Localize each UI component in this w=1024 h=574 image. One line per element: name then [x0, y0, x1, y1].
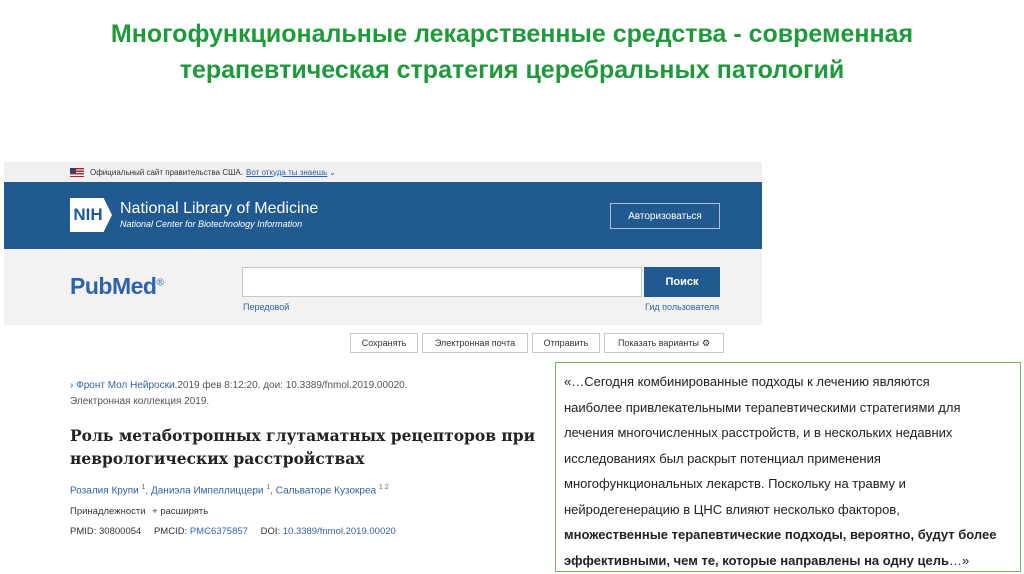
pmid: PMID: 30800054: [70, 526, 142, 537]
quote-closing: …»: [948, 552, 970, 568]
article-title: Роль метаботропных глутаматных рецепторо…: [70, 426, 536, 468]
search-input[interactable]: [242, 267, 642, 297]
author-link[interactable]: Розалия Крупи: [70, 485, 139, 496]
doi-label: DOI:: [260, 526, 281, 537]
journal-citation: › Фронт Мол Нейроски.2019 фев 8:12:20. д…: [70, 380, 408, 391]
quote-line: наиболее привлекательными терапевтически…: [564, 399, 961, 415]
author-link[interactable]: Даниэла Импеллиццери: [151, 485, 264, 496]
pmcid-link[interactable]: PMC6375857: [190, 526, 248, 537]
pubmed-logo[interactable]: PubMed®: [70, 273, 164, 300]
author-affiliation-mark: 1: [266, 484, 271, 491]
nih-name: National Library of Medicine: [120, 200, 319, 217]
quote-bold-line: множественные терапевтические подходы, в…: [564, 527, 997, 542]
gear-icon: ⚙: [701, 337, 711, 348]
pubmed-logo-text: PubMed: [70, 273, 157, 299]
author-link[interactable]: Сальваторе Кузокреа: [276, 485, 376, 496]
author-affiliation-mark: 1: [141, 484, 146, 491]
affiliations-label: Принадлежности: [70, 506, 146, 517]
pmcid-label: PMCID:: [153, 526, 188, 537]
author-affiliation-mark: 1 2: [378, 484, 389, 491]
doi-link[interactable]: 10.3389/fnmol.2019.00020: [283, 526, 396, 537]
nih-logo[interactable]: NIH National Library of Medicine Nationa…: [70, 198, 318, 232]
citation-text: 2019 фев 8:12:20. дои: 10.3389/fnmol.201…: [177, 380, 408, 391]
gov-banner-link[interactable]: Вот откуда ты знаешь: [246, 168, 327, 177]
quote-line: «…Сегодня комбинированные подходы к лече…: [564, 374, 930, 389]
quote-line: лечения многочисленных расстройств, и в …: [564, 425, 953, 440]
search-button[interactable]: Поиск: [644, 267, 720, 297]
registered-mark: ®: [156, 277, 164, 289]
quote-panel: «…Сегодня комбинированные подходы к лече…: [555, 362, 1021, 572]
slide-title-line-1: Многофункциональные лекарственные средст…: [110, 20, 914, 48]
display-options-button[interactable]: Показать варианты ⚙: [604, 333, 724, 353]
slide-title: Многофункциональные лекарственные средст…: [60, 16, 964, 88]
expand-link[interactable]: + расширять: [152, 506, 208, 517]
advanced-search-link[interactable]: Передовой: [243, 302, 289, 312]
electronic-collection: Электронная коллекция 2019.: [70, 396, 210, 407]
slide-title-line-2: терапевтическая стратегия церебральных п…: [179, 56, 845, 84]
gov-banner: Официальный сайт правительства США. Вот …: [4, 162, 762, 182]
gov-banner-text: Официальный сайт правительства США.: [90, 167, 243, 177]
send-button[interactable]: Отправить: [532, 333, 600, 353]
quote-line: многофункциональных лекарств. Поскольку …: [564, 476, 906, 491]
nih-logo-mark: NIH: [70, 198, 112, 232]
chevron-down-icon: ⌄: [329, 167, 336, 177]
login-button[interactable]: Авторизоваться: [610, 203, 720, 229]
quote-bold-line: эффективными, чем те, которые направлены…: [564, 552, 949, 568]
pubmed-search-bar: PubMed® Поиск Передовой Гид пользователя: [4, 249, 762, 325]
nih-subtitle: National Center for Biotechnology Inform…: [120, 219, 303, 229]
quote-line: исследованиях был раскрыт потенциал прим…: [564, 450, 881, 466]
article-actions: Сохранять Электронная почта Отправить По…: [350, 333, 724, 353]
quote-last-line: эффективными, чем те, которые направлены…: [564, 548, 1010, 574]
slide: Многофункциональные лекарственные средст…: [0, 0, 1024, 574]
user-guide-link[interactable]: Гид пользователя: [645, 302, 719, 312]
email-button[interactable]: Электронная почта: [422, 333, 528, 353]
nih-header: NIH National Library of Medicine Nationa…: [4, 182, 762, 249]
journal-link[interactable]: Фронт Мол Нейроски.: [76, 380, 177, 391]
quote-line: нейродегенерацию в ЦНС влияют несколько …: [564, 501, 900, 517]
us-flag-icon: [70, 167, 84, 177]
chevron-right-icon: ›: [70, 380, 74, 391]
article-identifiers: PMID: 30800054 PMCID: PMC6375857 DOI: 10…: [70, 526, 396, 537]
author-list: Розалия Крупи 1, Даниэла Импеллиццери 1,…: [70, 484, 389, 497]
save-button[interactable]: Сохранять: [350, 333, 418, 353]
affiliations-toggle[interactable]: Принадлежности + расширять: [70, 506, 208, 517]
